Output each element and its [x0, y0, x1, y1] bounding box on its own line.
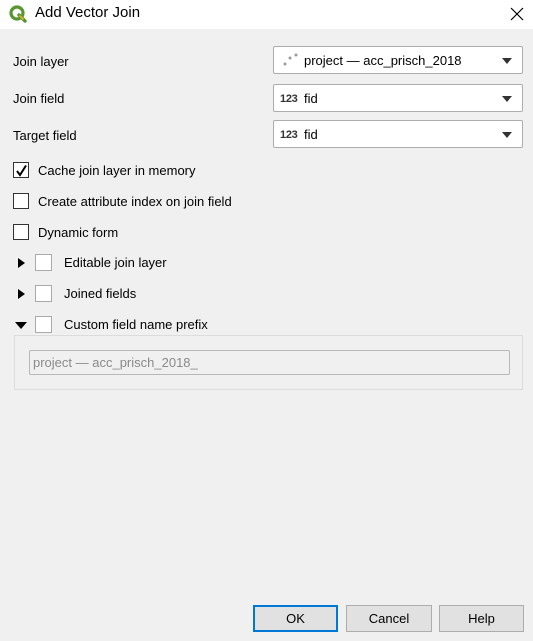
integer-type-icon: 123 — [280, 93, 298, 105]
join-layer-value: project — acc_prisch_2018 — [304, 53, 462, 68]
cache-join-layer-checkbox[interactable] — [13, 162, 29, 178]
custom-prefix-panel: project — acc_prisch_2018_ — [14, 335, 523, 390]
checkmark-icon — [16, 164, 27, 177]
join-field-value: fid — [304, 91, 318, 106]
attribute-index-label: Create attribute index on join field — [38, 194, 232, 209]
editable-join-layer-label: Editable join layer — [64, 255, 167, 270]
dynamic-form-label: Dynamic form — [38, 225, 119, 240]
join-layer-label: Join layer — [13, 54, 69, 69]
target-field-combo[interactable]: 123 fid — [273, 120, 523, 148]
add-vector-join-dialog: Add Vector Join Join layer project — acc… — [0, 0, 533, 641]
collapse-arrow-icon[interactable] — [15, 322, 27, 329]
target-field-value: fid — [304, 127, 318, 142]
close-button[interactable] — [501, 0, 533, 28]
chevron-down-icon — [502, 58, 512, 64]
help-button[interactable]: Help — [439, 605, 524, 632]
expand-arrow-icon[interactable] — [18, 258, 25, 268]
point-layer-icon — [283, 53, 298, 66]
joined-fields-checkbox[interactable] — [35, 285, 52, 302]
join-layer-combo[interactable]: project — acc_prisch_2018 — [273, 46, 523, 74]
window-title: Add Vector Join — [35, 4, 141, 21]
join-field-label: Join field — [13, 91, 65, 106]
close-icon — [510, 7, 524, 21]
expand-arrow-icon[interactable] — [18, 289, 25, 299]
joined-fields-label: Joined fields — [64, 286, 137, 301]
chevron-down-icon — [502, 132, 512, 138]
prefix-input-value: project — acc_prisch_2018_ — [33, 355, 198, 370]
attribute-index-checkbox[interactable] — [13, 193, 29, 209]
dynamic-form-checkbox[interactable] — [13, 224, 29, 240]
qgis-logo-icon — [9, 5, 27, 23]
chevron-down-icon — [502, 96, 512, 102]
cancel-button[interactable]: Cancel — [346, 605, 432, 632]
join-field-combo[interactable]: 123 fid — [273, 84, 523, 112]
editable-join-layer-checkbox[interactable] — [35, 254, 52, 271]
custom-prefix-checkbox[interactable] — [35, 316, 52, 333]
prefix-input[interactable]: project — acc_prisch_2018_ — [29, 350, 510, 375]
custom-prefix-label: Custom field name prefix — [64, 317, 208, 332]
ok-button[interactable]: OK — [253, 605, 338, 632]
target-field-label: Target field — [13, 128, 77, 143]
integer-type-icon: 123 — [280, 129, 298, 141]
cache-join-layer-label: Cache join layer in memory — [38, 163, 196, 178]
title-bar: Add Vector Join — [0, 0, 533, 29]
